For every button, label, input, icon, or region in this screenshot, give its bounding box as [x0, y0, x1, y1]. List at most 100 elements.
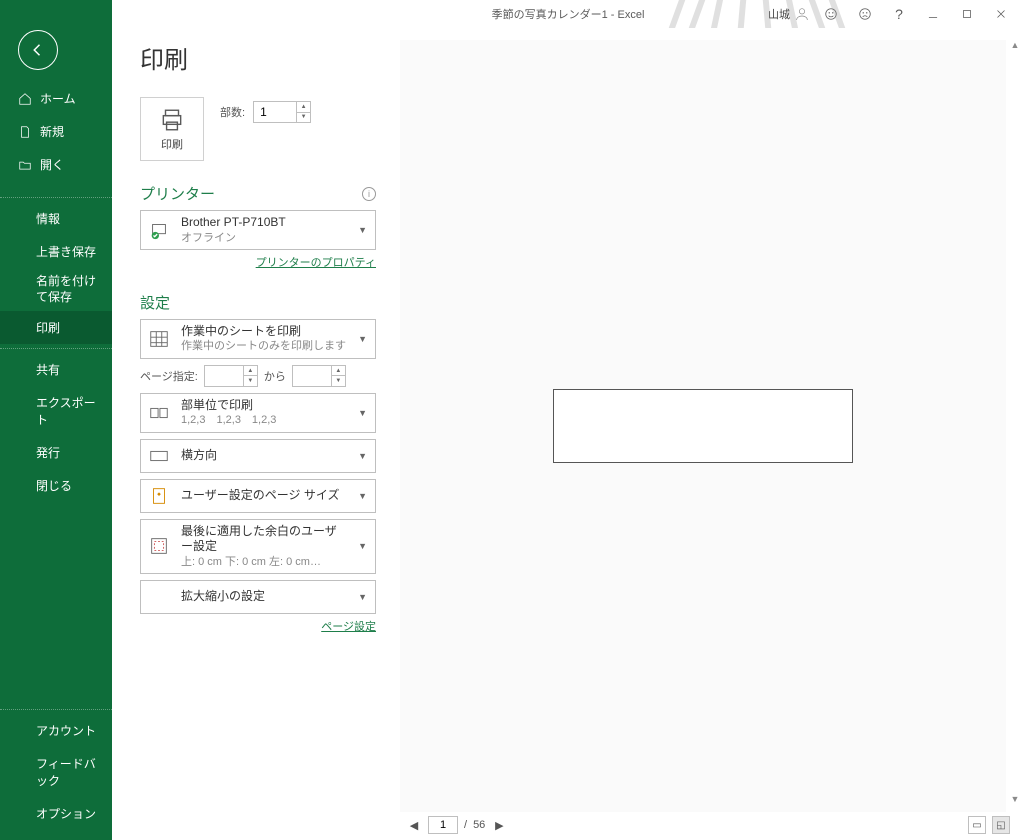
- nav-label: 開く: [40, 156, 64, 173]
- nav-saveas[interactable]: 名前を付けて保存: [0, 268, 112, 311]
- nav-open[interactable]: 開く: [0, 148, 112, 181]
- face-sad-button[interactable]: [852, 3, 878, 25]
- pages-from-input[interactable]: [205, 366, 243, 386]
- scroll-up[interactable]: ▲: [1009, 40, 1021, 52]
- down[interactable]: ▼: [244, 376, 257, 386]
- down[interactable]: ▼: [332, 376, 345, 386]
- close-window-button[interactable]: [988, 3, 1014, 25]
- chevron-down-icon: ▼: [356, 491, 369, 501]
- nav-print[interactable]: 印刷: [0, 311, 112, 344]
- up[interactable]: ▲: [244, 366, 257, 377]
- face-sad-icon: [858, 7, 872, 21]
- copies-input[interactable]: [254, 102, 296, 122]
- nav-options[interactable]: オプション: [0, 797, 112, 830]
- nav-label: 新規: [40, 123, 64, 140]
- orientation-dropdown[interactable]: 横方向 ▼: [140, 439, 376, 473]
- preview-footer: ◀ / 56 ▶ ▭ ◱: [392, 812, 1024, 840]
- collate-icon: [147, 401, 171, 425]
- nav-publish[interactable]: 発行: [0, 436, 112, 469]
- backstage-sidebar: ホーム 新規 開く 情報 上書き保存 名前を付けて保存 印刷 共有 エクスポート…: [0, 0, 112, 840]
- pages-to-spinner[interactable]: ▲▼: [292, 365, 346, 387]
- preview-canvas: [400, 40, 1006, 812]
- page-setup-link[interactable]: ページ設定: [321, 621, 376, 633]
- copies-spinner[interactable]: ▲ ▼: [253, 101, 311, 123]
- scaling-dropdown[interactable]: 拡大縮小の設定 ▼: [140, 580, 376, 614]
- face-happy-icon: [824, 7, 838, 21]
- pages-from-spinner[interactable]: ▲▼: [204, 365, 258, 387]
- nav-save[interactable]: 上書き保存: [0, 235, 112, 268]
- document-icon: [18, 125, 32, 139]
- nav-home[interactable]: ホーム: [0, 82, 112, 115]
- user-account[interactable]: 山城: [768, 6, 810, 22]
- minimize-icon: [926, 7, 940, 21]
- page-input[interactable]: [428, 816, 458, 834]
- nav-close[interactable]: 閉じる: [0, 469, 112, 502]
- scroll-down[interactable]: ▼: [1009, 794, 1021, 806]
- folder-open-icon: [18, 158, 32, 172]
- nav-label: 名前を付けて保存: [36, 274, 102, 305]
- nav-feedback[interactable]: フィードバック: [0, 747, 112, 797]
- nav-new[interactable]: 新規: [0, 115, 112, 148]
- nav-export[interactable]: エクスポート: [0, 386, 112, 436]
- chevron-down-icon: ▼: [356, 592, 369, 602]
- printer-properties-link[interactable]: プリンターのプロパティ: [256, 257, 376, 269]
- preview-scrollbar[interactable]: ▲ ▼: [1008, 40, 1022, 806]
- pages-to-input[interactable]: [293, 366, 331, 386]
- copies-label: 部数:: [220, 104, 245, 120]
- close-icon: [994, 7, 1008, 21]
- chevron-down-icon: ▼: [356, 408, 369, 418]
- nav-label: 閉じる: [36, 477, 72, 494]
- orientation-landscape-icon: [147, 444, 171, 468]
- title-bar: 季節の写真カレンダー1 - Excel 山城 ?: [112, 0, 1024, 28]
- up[interactable]: ▲: [332, 366, 345, 377]
- nav-label: 印刷: [36, 319, 60, 336]
- print-what-title: 作業中のシートを印刷: [181, 324, 346, 340]
- maximize-button[interactable]: [954, 3, 980, 25]
- print-preview-panel: ▲ ▼ ◀ / 56 ▶ ▭ ◱: [392, 28, 1024, 840]
- print-button[interactable]: 印刷: [140, 97, 204, 161]
- minimize-button[interactable]: [920, 3, 946, 25]
- print-what-sub: 作業中のシートのみを印刷します: [181, 339, 346, 353]
- preview-page: [553, 389, 853, 463]
- page-title: 印刷: [140, 40, 376, 75]
- collate-dropdown[interactable]: 部単位で印刷 1,2,3 1,2,3 1,2,3 ▼: [140, 393, 376, 433]
- page-total: 56: [473, 819, 485, 831]
- printer-icon: [159, 107, 185, 133]
- nav-label: 発行: [36, 444, 60, 461]
- pagesize-icon: [147, 484, 171, 508]
- sheet-icon: [147, 327, 171, 351]
- back-button[interactable]: [18, 30, 58, 70]
- nav-share[interactable]: 共有: [0, 353, 112, 386]
- margins-sub: 上: 0 cm 下: 0 cm 左: 0 cm…: [181, 555, 346, 569]
- copies-down[interactable]: ▼: [297, 113, 310, 123]
- printer-heading: プリンター: [140, 183, 215, 204]
- pages-label: ページ指定:: [140, 368, 198, 384]
- nav-account[interactable]: アカウント: [0, 714, 112, 747]
- margins-dropdown[interactable]: 最後に適用した余白のユーザー設定 上: 0 cm 下: 0 cm 左: 0 cm…: [140, 519, 376, 574]
- show-margins-button[interactable]: ▭: [968, 816, 986, 834]
- settings-heading: 設定: [140, 292, 170, 313]
- nav-label: ホーム: [40, 90, 76, 107]
- nav-info[interactable]: 情報: [0, 202, 112, 235]
- help-button[interactable]: ?: [886, 3, 912, 25]
- printer-status: オフライン: [181, 231, 346, 245]
- printer-dropdown[interactable]: Brother PT-P710BT オフライン ▼: [140, 210, 376, 250]
- collate-sub: 1,2,3 1,2,3 1,2,3: [181, 413, 346, 427]
- prev-page-button[interactable]: ◀: [406, 819, 422, 832]
- print-settings-panel: 印刷 印刷 部数: ▲ ▼: [112, 28, 392, 840]
- arrow-left-icon: [29, 41, 47, 59]
- zoom-to-page-button[interactable]: ◱: [992, 816, 1010, 834]
- pagesize-dropdown[interactable]: ユーザー設定のページ サイズ ▼: [140, 479, 376, 513]
- printer-info-button[interactable]: i: [362, 187, 376, 201]
- chevron-down-icon: ▼: [356, 334, 369, 344]
- print-what-dropdown[interactable]: 作業中のシートを印刷 作業中のシートのみを印刷します ▼: [140, 319, 376, 359]
- face-happy-button[interactable]: [818, 3, 844, 25]
- home-icon: [18, 92, 32, 106]
- copies-up[interactable]: ▲: [297, 102, 310, 113]
- pagesize-title: ユーザー設定のページ サイズ: [181, 488, 346, 504]
- next-page-button[interactable]: ▶: [491, 819, 507, 832]
- nav-label: 情報: [36, 210, 60, 227]
- chevron-down-icon: ▼: [356, 541, 369, 551]
- margins-icon: [147, 534, 171, 558]
- scaling-title: 拡大縮小の設定: [181, 589, 346, 605]
